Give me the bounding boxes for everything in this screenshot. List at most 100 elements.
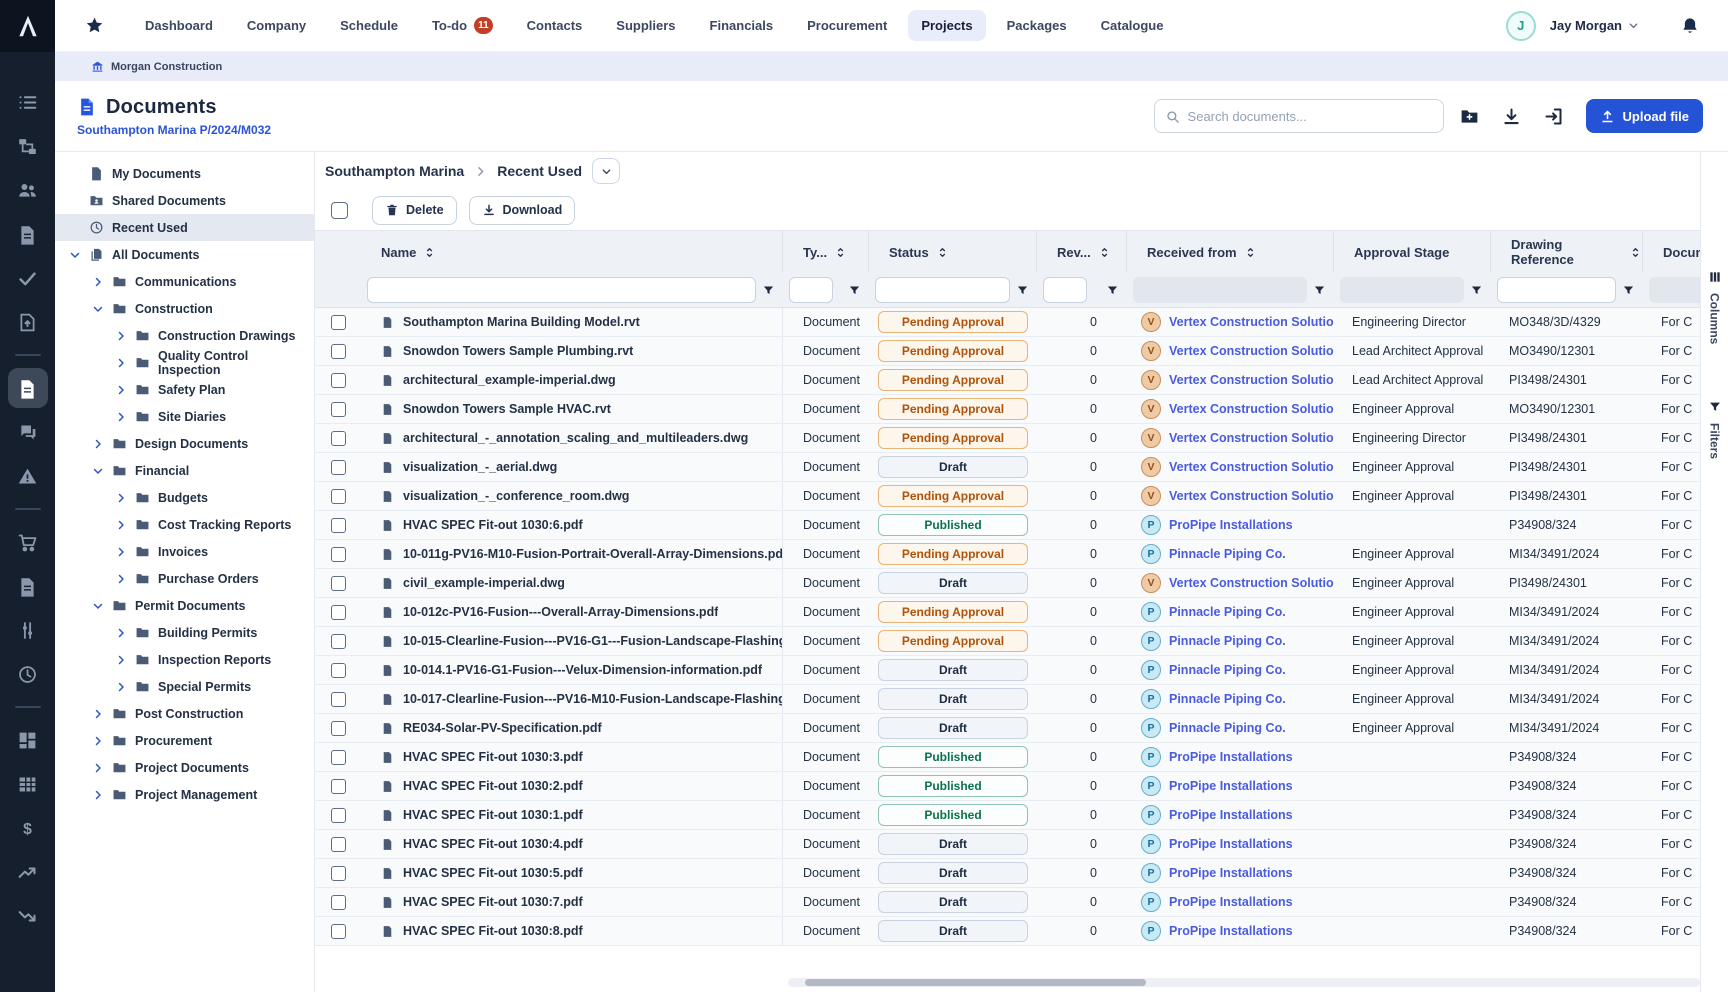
company-link[interactable]: ProPipe Installations [1169,924,1293,938]
chevron-right-icon[interactable] [115,411,127,423]
row-checkbox[interactable] [331,547,346,562]
company-link[interactable]: Pinnacle Piping Co. [1169,634,1286,648]
row-checkbox[interactable] [331,663,346,678]
table-row[interactable]: HVAC SPEC Fit-out 1030:8.pdfDocumentDraf… [315,917,1700,946]
columns-toggle[interactable]: Columns [1708,270,1722,344]
company-link[interactable]: Pinnacle Piping Co. [1169,663,1286,677]
chevron-right-icon[interactable] [92,438,104,450]
table-row[interactable]: RE034-Solar-PV-Specification.pdfDocument… [315,714,1700,743]
row-checkbox[interactable] [331,460,346,475]
company-link[interactable]: Vertex Construction Solutions [1169,315,1334,329]
table-row[interactable]: HVAC SPEC Fit-out 1030:5.pdfDocumentDraf… [315,859,1700,888]
nav-item-schedule[interactable]: Schedule [327,10,411,41]
delete-button[interactable]: Delete [372,196,457,225]
filter-funnel-icon[interactable] [1470,284,1483,297]
trend-down-icon[interactable] [8,896,48,936]
nav-item-suppliers[interactable]: Suppliers [603,10,688,41]
column-header-drawing[interactable]: Drawing Reference [1491,231,1643,273]
nav-item-packages[interactable]: Packages [994,10,1080,41]
user-avatar[interactable]: J [1506,11,1536,41]
filter-funnel-icon[interactable] [1016,284,1029,297]
scrollbar-thumb[interactable] [805,979,1146,986]
nav-item-procurement[interactable]: Procurement [794,10,900,41]
chevron-right-icon[interactable] [92,708,104,720]
chevron-down-icon[interactable] [92,303,104,315]
nav-item-to-do[interactable]: To-do11 [419,9,506,42]
filter-input-rev[interactable] [1043,277,1087,303]
chevron-right-icon[interactable] [115,573,127,585]
tree-item-special-permits[interactable]: Special Permits [55,673,314,700]
table-row[interactable]: 10-015-Clearline-Fusion---PV16-G1---Fusi… [315,627,1700,656]
tree-item-purchase-orders[interactable]: Purchase Orders [55,565,314,592]
chevron-down-icon[interactable] [92,465,104,477]
chevron-right-icon[interactable] [115,681,127,693]
table-row[interactable]: visualization_-_conference_room.dwgDocum… [315,482,1700,511]
document-upload-icon[interactable] [8,302,48,342]
breadcrumb-project[interactable]: Southampton Marina [325,163,464,179]
chevron-right-icon[interactable] [92,276,104,288]
sort-icon[interactable] [1244,246,1257,259]
filter-input-status[interactable] [875,277,1010,303]
chevron-right-icon[interactable] [115,384,127,396]
people-icon[interactable] [8,170,48,210]
download-button[interactable] [1496,100,1528,132]
tree-item-procurement[interactable]: Procurement [55,727,314,754]
document-icon[interactable] [8,214,48,254]
nav-item-projects[interactable]: Projects [908,10,985,41]
sort-icon[interactable] [423,246,436,259]
company-breadcrumb[interactable]: Morgan Construction [111,61,222,73]
column-header-type[interactable]: Ty... [783,231,869,273]
chevron-right-icon[interactable] [115,654,127,666]
company-link[interactable]: Vertex Construction Solutions [1169,431,1334,445]
table-icon[interactable] [8,764,48,804]
upload-file-button[interactable]: Upload file [1586,99,1703,133]
filter-funnel-icon[interactable] [1622,284,1635,297]
new-folder-button[interactable] [1454,100,1486,132]
app-logo[interactable] [0,0,55,52]
row-checkbox[interactable] [331,692,346,707]
chevron-right-icon[interactable] [92,735,104,747]
grid-icon[interactable] [8,720,48,760]
tree-item-all-documents[interactable]: All Documents [55,241,314,268]
user-menu[interactable]: Jay Morgan [1550,18,1640,33]
table-row[interactable]: Snowdon Towers Sample Plumbing.rvtDocume… [315,337,1700,366]
table-row[interactable]: architectural_example-imperial.dwgDocume… [315,366,1700,395]
column-header-received[interactable]: Received from [1127,231,1334,273]
column-header-name[interactable]: Name [361,231,783,273]
row-checkbox[interactable] [331,895,346,910]
table-row[interactable]: HVAC SPEC Fit-out 1030:6.pdfDocumentPubl… [315,511,1700,540]
company-link[interactable]: Vertex Construction Solutions [1169,460,1334,474]
favorites-star-icon[interactable] [85,16,104,35]
file-icon[interactable] [8,566,48,606]
row-checkbox[interactable] [331,373,346,388]
tree-item-permit-documents[interactable]: Permit Documents [55,592,314,619]
table-row[interactable]: 10-014.1-PV16-G1-Fusion---Velux-Dimensio… [315,656,1700,685]
chevron-right-icon[interactable] [92,762,104,774]
chevron-right-icon[interactable] [115,357,127,369]
tree-item-construction-drawings[interactable]: Construction Drawings [55,322,314,349]
table-row[interactable]: HVAC SPEC Fit-out 1030:4.pdfDocumentDraf… [315,830,1700,859]
table-row[interactable]: visualization_-_aerial.dwgDocumentDraft0… [315,453,1700,482]
company-link[interactable]: Vertex Construction Solutions [1169,576,1334,590]
tree-item-communications[interactable]: Communications [55,268,314,295]
company-link[interactable]: ProPipe Installations [1169,518,1293,532]
project-link[interactable]: Southampton Marina P/2024/M032 [77,123,271,137]
chevron-right-icon[interactable] [115,330,127,342]
company-link[interactable]: Pinnacle Piping Co. [1169,721,1286,735]
filter-input-type[interactable] [789,277,833,303]
tree-item-quality-control-inspection[interactable]: Quality Control Inspection [55,349,314,376]
tree-item-building-permits[interactable]: Building Permits [55,619,314,646]
company-link[interactable]: ProPipe Installations [1169,779,1293,793]
documents-icon[interactable] [8,368,48,408]
nav-item-company[interactable]: Company [234,10,319,41]
warning-icon[interactable] [8,456,48,496]
download-selected-button[interactable]: Download [469,196,576,225]
row-checkbox[interactable] [331,634,346,649]
table-row[interactable]: HVAC SPEC Fit-out 1030:3.pdfDocumentPubl… [315,743,1700,772]
company-link[interactable]: ProPipe Installations [1169,808,1293,822]
row-checkbox[interactable] [331,837,346,852]
row-checkbox[interactable] [331,808,346,823]
list-icon[interactable] [8,82,48,122]
chevron-right-icon[interactable] [115,519,127,531]
export-button[interactable] [1538,100,1570,132]
